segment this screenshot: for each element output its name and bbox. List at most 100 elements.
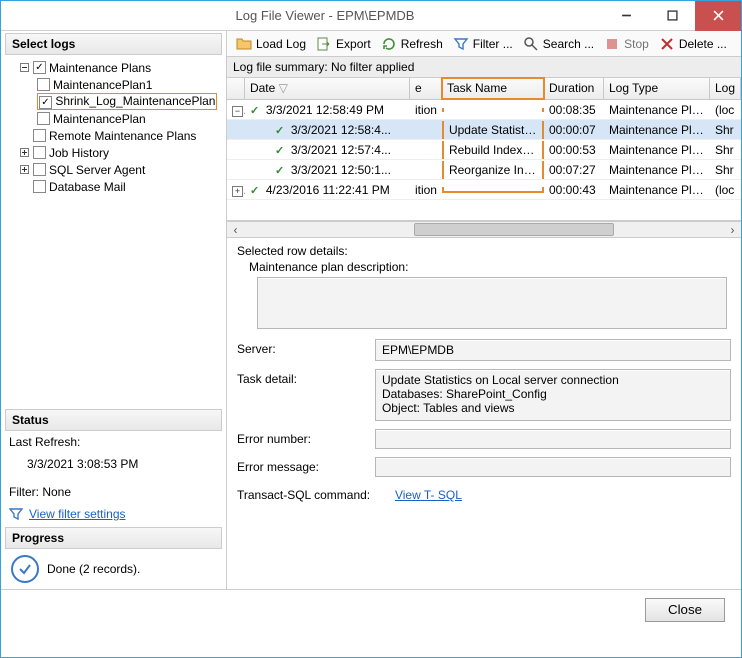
load-log-button[interactable]: Load Log: [233, 35, 309, 53]
cell-task-name: Reorganize Ind...: [442, 161, 544, 179]
checkbox-db-mail[interactable]: [33, 180, 46, 193]
right-pane: Load Log Export Refresh Filter ... Searc…: [227, 31, 741, 589]
tree-item-maintenance-plans[interactable]: Maintenance Plans: [49, 61, 151, 75]
scroll-right-icon[interactable]: ›: [724, 221, 741, 238]
checkbox-maintenance-plan[interactable]: [37, 112, 50, 125]
filter-icon: [453, 36, 469, 52]
plan-desc-box: [257, 277, 727, 329]
log-grid[interactable]: Date ▽ e Task Name Duration Log Type Log…: [227, 78, 741, 221]
minimize-button[interactable]: [603, 1, 649, 31]
col-partial[interactable]: e: [410, 78, 442, 99]
task-detail-label: Task detail:: [237, 369, 367, 386]
close-dialog-button[interactable]: Close: [645, 598, 725, 622]
progress-text: Done (2 records).: [47, 562, 140, 576]
table-row[interactable]: 3/3/2021 12:58:4...Update Statisti...00:…: [227, 120, 741, 140]
progress-done-icon: [11, 555, 39, 583]
export-button[interactable]: Export: [313, 35, 374, 53]
col-date[interactable]: Date ▽: [245, 78, 410, 99]
details-pane: Selected row details: Maintenance plan d…: [227, 238, 741, 589]
table-row[interactable]: − 3/3/2021 12:58:49 PMition00:08:35Maint…: [227, 100, 741, 120]
filter-button[interactable]: Filter ...: [450, 35, 516, 53]
stop-button[interactable]: Stop: [601, 35, 652, 53]
cell-log-source: Shr: [710, 121, 741, 139]
checkbox-maintenance-plans[interactable]: [33, 61, 46, 74]
table-row[interactable]: + 4/23/2016 11:22:41 PMition00:00:43Main…: [227, 180, 741, 200]
progress-header: Progress: [5, 527, 222, 549]
search-icon: [523, 36, 539, 52]
tree-item-db-mail[interactable]: Database Mail: [49, 180, 126, 194]
collapse-row-icon[interactable]: −: [232, 106, 243, 117]
window-title: Log File Viewer - EPM\EPMDB: [47, 8, 603, 23]
checkbox-maintenance-plan1[interactable]: [37, 78, 50, 91]
refresh-icon: [381, 36, 397, 52]
expand-row-icon[interactable]: +: [232, 186, 243, 197]
refresh-button[interactable]: Refresh: [378, 35, 446, 53]
delete-button[interactable]: Delete ...: [656, 35, 730, 53]
cell-duration: 00:08:35: [544, 101, 604, 119]
checkbox-sql-agent[interactable]: [33, 163, 46, 176]
logs-tree[interactable]: Maintenance Plans MaintenancePlan1 Shrin…: [5, 57, 222, 409]
cell-log-source: (loc: [710, 181, 741, 199]
col-duration[interactable]: Duration: [544, 78, 604, 99]
cell-log-type: Maintenance Plans: [604, 121, 710, 139]
tree-item-remote-plans[interactable]: Remote Maintenance Plans: [49, 129, 196, 143]
left-pane: Select logs Maintenance Plans Maintenanc…: [1, 31, 227, 589]
cell-duration: 00:07:27: [544, 161, 604, 179]
cell-log-type: Maintenance Plans: [604, 181, 710, 199]
server-label: Server:: [237, 339, 367, 356]
plan-desc-label: Maintenance plan description:: [237, 260, 731, 274]
task-detail-value: Update Statistics on Local server connec…: [375, 369, 731, 421]
filter-label: Filter: None: [9, 485, 218, 499]
checkbox-job-history[interactable]: [33, 146, 46, 159]
cell-duration: 00:00:43: [544, 181, 604, 199]
cell-duration: 00:00:53: [544, 141, 604, 159]
maximize-button[interactable]: [649, 1, 695, 31]
col-log-source[interactable]: Log: [710, 78, 741, 99]
cell-task-name: [442, 187, 544, 193]
checkbox-shrink-log[interactable]: [39, 96, 52, 109]
tree-item-sql-agent[interactable]: SQL Server Agent: [49, 163, 145, 177]
details-header: Selected row details:: [237, 244, 731, 258]
horizontal-scrollbar[interactable]: ‹ ›: [227, 221, 741, 238]
expand-icon[interactable]: [19, 147, 30, 158]
cell-log-source: Shr: [710, 141, 741, 159]
cell-task-name: Update Statisti...: [442, 121, 544, 139]
select-logs-header: Select logs: [5, 33, 222, 55]
last-refresh-value: 3/3/2021 3:08:53 PM: [9, 457, 218, 471]
filter-icon: [9, 507, 23, 521]
error-number-value: [375, 429, 731, 449]
close-button[interactable]: [695, 1, 741, 31]
cell-task-name: Rebuild Index (...: [442, 141, 544, 159]
server-value: EPM\EPMDB: [375, 339, 731, 361]
delete-icon: [659, 36, 675, 52]
table-row[interactable]: 3/3/2021 12:50:1...Reorganize Ind...00:0…: [227, 160, 741, 180]
scroll-thumb[interactable]: [414, 223, 614, 236]
tree-item-maintenance-plan[interactable]: MaintenancePlan: [53, 112, 146, 126]
table-row[interactable]: 3/3/2021 12:57:4...Rebuild Index (...00:…: [227, 140, 741, 160]
tree-item-job-history[interactable]: Job History: [49, 146, 109, 160]
cell-duration: 00:00:07: [544, 121, 604, 139]
search-button[interactable]: Search ...: [520, 35, 597, 53]
cell-task-name: [442, 108, 544, 112]
success-icon: [275, 123, 284, 137]
expand-icon[interactable]: [19, 164, 30, 175]
success-icon: [275, 163, 284, 177]
tree-item-shrink-log[interactable]: Shrink_Log_MaintenancePlan: [55, 94, 215, 108]
cell-log-source: Shr: [710, 161, 741, 179]
status-header: Status: [5, 409, 222, 431]
col-task-name[interactable]: Task Name: [442, 78, 544, 99]
titlebar: Log File Viewer - EPM\EPMDB: [1, 1, 741, 31]
collapse-icon[interactable]: [19, 62, 30, 73]
tree-item-maintenance-plan1[interactable]: MaintenancePlan1: [53, 78, 152, 92]
view-tsql-link[interactable]: View T- SQL: [395, 488, 462, 502]
scroll-left-icon[interactable]: ‹: [227, 221, 244, 238]
col-log-type[interactable]: Log Type: [604, 78, 710, 99]
folder-open-icon: [236, 36, 252, 52]
last-refresh-label: Last Refresh:: [9, 435, 218, 449]
success-icon: [250, 183, 259, 197]
error-message-label: Error message:: [237, 457, 367, 474]
cell-log-type: Maintenance Plans: [604, 101, 710, 119]
toolbar: Load Log Export Refresh Filter ... Searc…: [227, 31, 741, 57]
view-filter-settings-link[interactable]: View filter settings: [29, 507, 126, 521]
checkbox-remote-plans[interactable]: [33, 129, 46, 142]
